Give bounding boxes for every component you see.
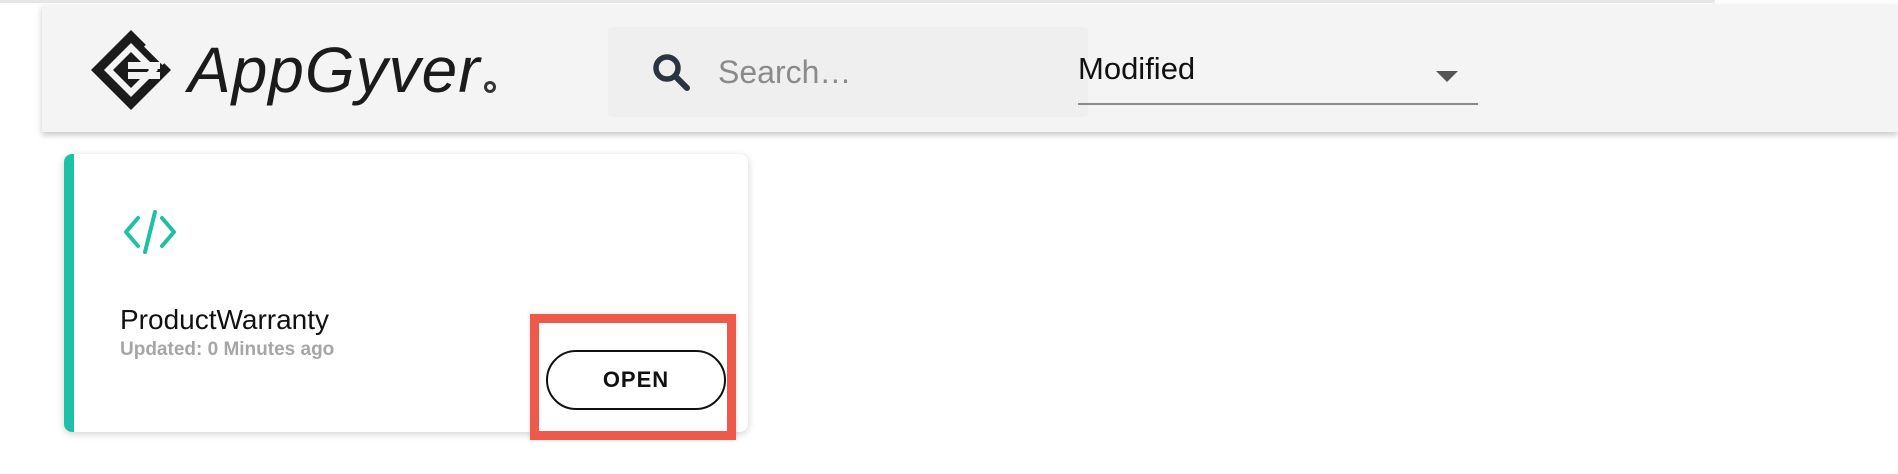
project-title: ProductWarranty [120, 304, 330, 335]
app-page: AppGyver Modified ProductWarranty Update… [0, 0, 1898, 474]
brand-name: AppGyver [188, 34, 481, 106]
appgyver-logo-icon [91, 30, 174, 110]
registered-mark-icon [483, 81, 496, 93]
open-project-button[interactable]: OPEN [546, 350, 726, 410]
sort-dropdown[interactable]: Modified [1078, 45, 1478, 105]
card-accent-bar [64, 154, 74, 432]
search-icon [653, 54, 690, 91]
search-input[interactable] [718, 53, 1048, 91]
dropdown-caret-icon [1436, 71, 1458, 82]
top-divider [0, 0, 1898, 3]
project-updated-time: Updated: 0 Minutes ago [120, 339, 335, 360]
code-icon [124, 210, 176, 254]
sort-selected-value: Modified [1078, 51, 1196, 86]
search-bar[interactable] [608, 27, 1088, 117]
app-header: AppGyver Modified [42, 5, 1898, 132]
appgyver-logo[interactable]: AppGyver [88, 27, 538, 113]
